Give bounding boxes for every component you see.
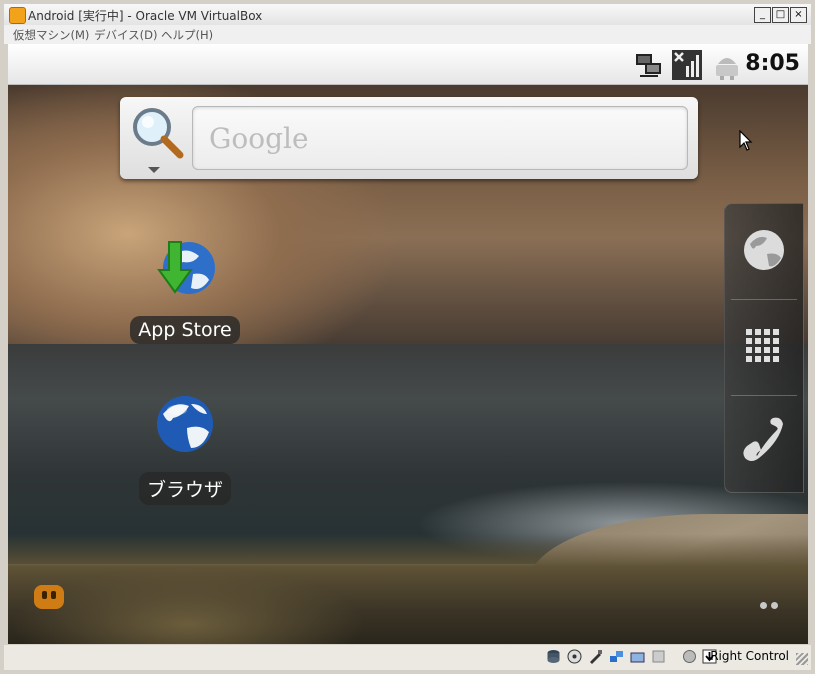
- mouse-cursor-icon: [739, 130, 753, 151]
- globe-icon: [744, 230, 784, 270]
- window-title: Android [実行中] - Oracle VM VirtualBox: [28, 9, 263, 23]
- shared-folder-icon[interactable]: [630, 649, 645, 664]
- usb-icon[interactable]: [588, 649, 603, 664]
- browser-globe-icon: [157, 396, 213, 452]
- menu-bar: 仮想マシン(M) デバイス(D) ヘルプ(H): [4, 25, 811, 44]
- search-input[interactable]: Google: [192, 106, 688, 170]
- launcher-dock: [724, 203, 804, 493]
- android-status-bar[interactable]: 8:05: [8, 44, 808, 85]
- no-signal-icon: [672, 50, 702, 80]
- search-placeholder: Google: [209, 122, 309, 155]
- dock-browser[interactable]: [725, 204, 803, 299]
- browser-label: ブラウザ: [138, 472, 231, 505]
- menu-machine[interactable]: 仮想マシン(M): [13, 27, 89, 43]
- resize-grip[interactable]: [796, 653, 808, 665]
- android-usb-icon: [716, 58, 738, 80]
- app-drawer-grid-icon: [746, 329, 779, 362]
- dock-phone[interactable]: [725, 396, 803, 491]
- app-store-label: App Store: [130, 316, 240, 344]
- window-titlebar[interactable]: Android [実行中] - Oracle VM VirtualBox _ □…: [4, 4, 811, 26]
- capture-icon[interactable]: [682, 649, 697, 664]
- wallpaper-grass: [8, 534, 808, 644]
- display-icon[interactable]: [651, 649, 666, 664]
- menu-help[interactable]: ヘルプ(H): [161, 27, 213, 43]
- close-button[interactable]: ×: [790, 7, 807, 23]
- hard-disk-icon[interactable]: [546, 649, 561, 664]
- cd-icon[interactable]: [567, 649, 582, 664]
- maximize-button[interactable]: □: [772, 7, 789, 23]
- menu-devices[interactable]: デバイス(D): [94, 27, 157, 43]
- search-icon[interactable]: [128, 105, 184, 173]
- dock-app-drawer[interactable]: [725, 300, 803, 395]
- google-search-widget[interactable]: Google: [120, 97, 698, 179]
- virtualbox-window: Android [実行中] - Oracle VM VirtualBox _ □…: [0, 0, 815, 674]
- phone-icon: [743, 417, 783, 461]
- minimize-button[interactable]: _: [754, 7, 771, 23]
- app-store-shortcut[interactable]: App Store: [125, 236, 245, 344]
- network-icon: [636, 54, 661, 77]
- notification-bug-icon[interactable]: [34, 585, 64, 609]
- app-store-icon: [157, 241, 215, 294]
- page-indicator: [760, 594, 784, 609]
- host-key-label: Right Control: [710, 649, 789, 663]
- vbox-status-bar: Right Control: [4, 645, 811, 670]
- android-screen[interactable]: 8:05 Google App Store ブラウザ: [8, 44, 808, 644]
- virtualbox-app-icon: [9, 7, 26, 24]
- status-time: 8:05: [745, 51, 800, 76]
- network-icon[interactable]: [609, 649, 624, 664]
- browser-shortcut[interactable]: ブラウザ: [125, 392, 245, 505]
